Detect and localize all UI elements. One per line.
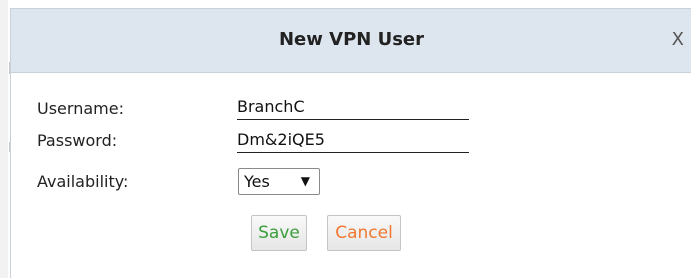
- background-page: [0, 0, 8, 278]
- availability-selected-value: Yes: [244, 172, 270, 191]
- dialog-title: New VPN User: [278, 29, 425, 50]
- new-vpn-user-dialog: New VPN User X Username: BranchC Passwor…: [10, 8, 691, 278]
- password-field[interactable]: Dm&2iQE5: [237, 128, 469, 153]
- close-icon[interactable]: X: [672, 29, 684, 50]
- username-label: Username:: [37, 99, 124, 118]
- dialog-titlebar: New VPN User X: [11, 9, 691, 73]
- availability-select[interactable]: Yes ▼: [238, 168, 320, 195]
- availability-label: Availability:: [37, 172, 129, 191]
- chevron-down-icon: ▼: [300, 174, 310, 188]
- password-label: Password:: [37, 131, 118, 150]
- cancel-button[interactable]: Cancel: [327, 215, 401, 251]
- save-button[interactable]: Save: [251, 215, 307, 251]
- username-field[interactable]: BranchC: [237, 95, 469, 120]
